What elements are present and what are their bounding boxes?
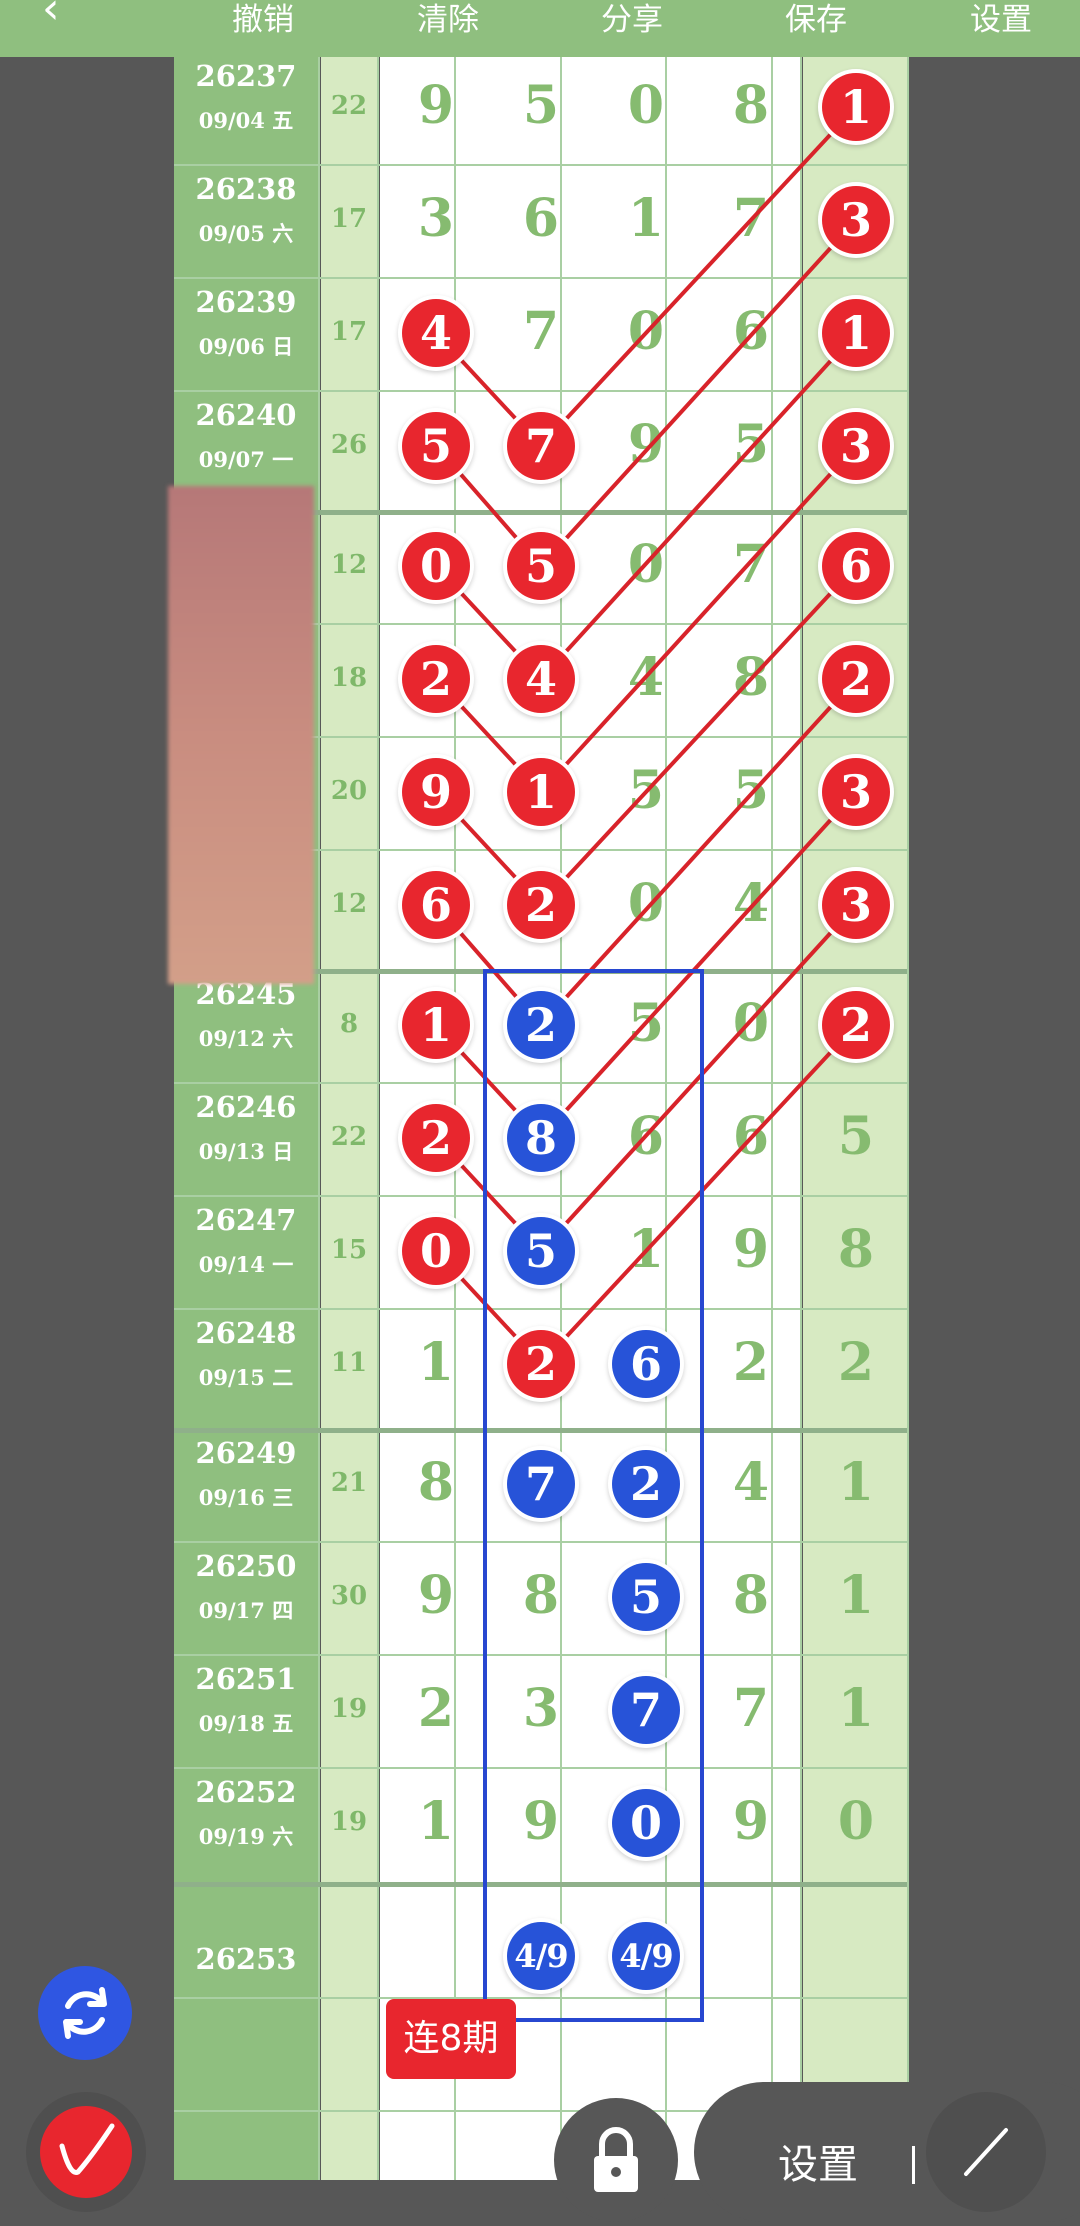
red-ball: 0 bbox=[402, 1217, 470, 1285]
red-ball: 2 bbox=[507, 1330, 575, 1398]
blue-ball: 5 bbox=[612, 1563, 680, 1631]
red-ball: 2 bbox=[402, 1104, 470, 1172]
red-ball: 1 bbox=[402, 991, 470, 1059]
blue-ball: 2 bbox=[612, 1450, 680, 1518]
red-ball: 3 bbox=[822, 412, 890, 480]
red-ball: 3 bbox=[822, 871, 890, 939]
blue-ball: 7 bbox=[612, 1676, 680, 1744]
red-ball: 2 bbox=[822, 645, 890, 713]
prediction-ball: 4/9 bbox=[507, 1922, 575, 1990]
red-ball: 5 bbox=[402, 412, 470, 480]
red-ball: 3 bbox=[822, 758, 890, 826]
panel-settings-button[interactable]: 设置 bbox=[778, 2132, 858, 2190]
lock-button[interactable] bbox=[554, 2098, 678, 2222]
trend-lines bbox=[434, 105, 858, 2022]
red-ball: 5 bbox=[507, 532, 575, 600]
streak-badge[interactable]: 连8期 bbox=[386, 1999, 516, 2079]
blue-ball: 6 bbox=[612, 1330, 680, 1398]
pen-button[interactable] bbox=[26, 2092, 146, 2212]
refresh-icon bbox=[63, 1987, 107, 2039]
blue-ball: 5 bbox=[507, 1217, 575, 1285]
bottom-tool-panel: 设置 bbox=[694, 2082, 1080, 2222]
red-ball: 1 bbox=[822, 73, 890, 141]
line-draw-button[interactable] bbox=[926, 2092, 1046, 2212]
red-ball: 2 bbox=[507, 871, 575, 939]
blue-ball: 2 bbox=[507, 991, 575, 1059]
prediction-ball: 4/9 bbox=[612, 1922, 680, 1990]
red-ball: 3 bbox=[822, 186, 890, 254]
blue-ball: 0 bbox=[612, 1789, 680, 1857]
red-ball: 4 bbox=[507, 645, 575, 713]
red-ball: 2 bbox=[822, 991, 890, 1059]
refresh-button[interactable] bbox=[38, 1966, 132, 2060]
panel-divider bbox=[912, 2146, 915, 2184]
blue-ball: 8 bbox=[507, 1104, 575, 1172]
lock-icon bbox=[594, 2127, 638, 2192]
trend-line bbox=[539, 790, 858, 1140]
red-ball: 1 bbox=[507, 758, 575, 826]
pen-icon bbox=[59, 2123, 115, 2175]
red-ball: 7 bbox=[507, 412, 575, 480]
red-ball: 0 bbox=[402, 532, 470, 600]
red-ball: 6 bbox=[402, 871, 470, 939]
red-ball: 9 bbox=[402, 758, 470, 826]
trend-line bbox=[539, 331, 858, 681]
red-ball: 6 bbox=[822, 532, 890, 600]
line-draw-icon bbox=[964, 2128, 1008, 2176]
red-ball: 1 bbox=[822, 299, 890, 367]
red-ball: 2 bbox=[402, 645, 470, 713]
red-ball: 4 bbox=[402, 299, 470, 367]
blue-ball: 7 bbox=[507, 1450, 575, 1518]
